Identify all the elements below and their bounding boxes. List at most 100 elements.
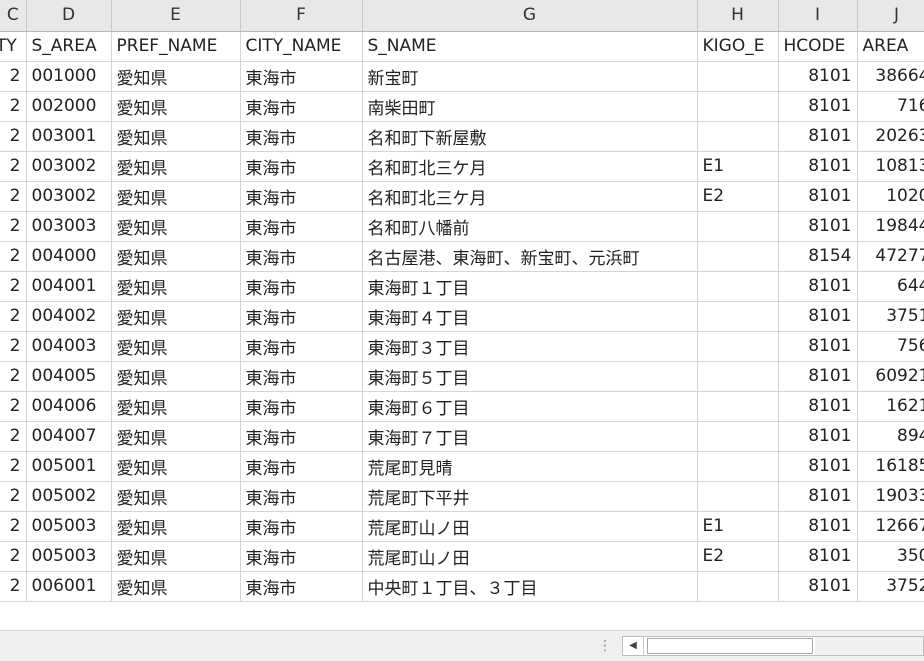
table-cell[interactable]: 荒尾町山ノ田 <box>362 541 698 572</box>
table-cell[interactable]: 20263 <box>857 121 924 152</box>
table-cell[interactable]: 東海市 <box>240 301 363 332</box>
table-cell[interactable] <box>697 271 779 302</box>
table-cell[interactable]: 荒尾町見晴 <box>362 451 698 482</box>
table-cell[interactable]: 東海市 <box>240 481 363 512</box>
table-cell[interactable]: 名和町北三ケ月 <box>362 151 698 182</box>
table-cell[interactable]: 名古屋港、東海町、新宝町、元浜町 <box>362 241 698 272</box>
table-cell[interactable] <box>697 331 779 362</box>
column-header-h[interactable]: H <box>697 0 779 32</box>
table-cell[interactable]: 8101 <box>778 61 858 92</box>
table-cell[interactable]: 愛知県 <box>111 421 241 452</box>
table-cell[interactable]: 10813 <box>857 151 924 182</box>
table-cell[interactable]: 東海市 <box>240 91 363 122</box>
table-cell[interactable]: 350 <box>857 541 924 572</box>
table-cell[interactable]: 3751 <box>857 301 924 332</box>
table-cell[interactable]: 愛知県 <box>111 331 241 362</box>
table-cell[interactable]: 8101 <box>778 331 858 362</box>
table-cell[interactable]: 2 <box>0 571 27 602</box>
table-cell[interactable]: 2 <box>0 271 27 302</box>
table-cell[interactable]: 005001 <box>26 451 112 482</box>
table-cell[interactable]: 愛知県 <box>111 361 241 392</box>
table-cell[interactable]: 003003 <box>26 211 112 242</box>
table-cell[interactable]: 東海市 <box>240 421 363 452</box>
table-cell[interactable]: 愛知県 <box>111 301 241 332</box>
field-name-cell[interactable]: PREF_NAME <box>111 31 241 62</box>
table-cell[interactable]: 愛知県 <box>111 271 241 302</box>
table-cell[interactable]: 38664 <box>857 61 924 92</box>
table-cell[interactable]: 005003 <box>26 541 112 572</box>
table-cell[interactable]: 002000 <box>26 91 112 122</box>
field-name-cell[interactable]: AREA <box>857 31 924 62</box>
table-cell[interactable]: 名和町八幡前 <box>362 211 698 242</box>
field-name-cell[interactable]: TY <box>0 31 27 62</box>
table-cell[interactable]: 716 <box>857 91 924 122</box>
table-cell[interactable]: 東海市 <box>240 151 363 182</box>
table-cell[interactable]: 東海町３丁目 <box>362 331 698 362</box>
table-cell[interactable]: 2 <box>0 241 27 272</box>
table-cell[interactable]: 2 <box>0 211 27 242</box>
table-cell[interactable]: 004002 <box>26 301 112 332</box>
table-cell[interactable]: 12667 <box>857 511 924 542</box>
table-cell[interactable]: 2 <box>0 481 27 512</box>
table-cell[interactable]: 47277 <box>857 241 924 272</box>
table-cell[interactable]: 003002 <box>26 181 112 212</box>
table-cell[interactable]: 東海市 <box>240 241 363 272</box>
table-cell[interactable]: 愛知県 <box>111 151 241 182</box>
column-header-i[interactable]: I <box>778 0 858 32</box>
table-cell[interactable]: 東海町７丁目 <box>362 421 698 452</box>
column-header-c[interactable]: C <box>0 0 27 32</box>
table-cell[interactable]: 644 <box>857 271 924 302</box>
table-cell[interactable]: 東海市 <box>240 271 363 302</box>
table-cell[interactable]: 愛知県 <box>111 571 241 602</box>
table-cell[interactable]: 004000 <box>26 241 112 272</box>
field-name-cell[interactable]: S_AREA <box>26 31 112 62</box>
table-cell[interactable]: 愛知県 <box>111 211 241 242</box>
table-cell[interactable]: 2 <box>0 391 27 422</box>
table-cell[interactable]: 8154 <box>778 241 858 272</box>
table-cell[interactable]: 8101 <box>778 91 858 122</box>
table-cell[interactable]: 1621 <box>857 391 924 422</box>
table-cell[interactable] <box>697 301 779 332</box>
table-cell[interactable]: 東海市 <box>240 121 363 152</box>
table-cell[interactable]: 愛知県 <box>111 241 241 272</box>
table-cell[interactable]: 003001 <box>26 121 112 152</box>
table-cell[interactable]: 8101 <box>778 361 858 392</box>
table-cell[interactable] <box>697 61 779 92</box>
field-name-cell[interactable]: CITY_NAME <box>240 31 363 62</box>
table-cell[interactable]: 2 <box>0 331 27 362</box>
table-cell[interactable]: 005003 <box>26 511 112 542</box>
table-cell[interactable]: 001000 <box>26 61 112 92</box>
table-cell[interactable] <box>697 571 779 602</box>
table-cell[interactable]: 愛知県 <box>111 541 241 572</box>
table-cell[interactable]: 8101 <box>778 301 858 332</box>
table-cell[interactable]: 東海市 <box>240 61 363 92</box>
table-cell[interactable]: 新宝町 <box>362 61 698 92</box>
column-header-j[interactable]: J <box>857 0 924 32</box>
table-cell[interactable]: 東海市 <box>240 361 363 392</box>
table-cell[interactable]: 2 <box>0 121 27 152</box>
table-cell[interactable]: 東海市 <box>240 391 363 422</box>
table-cell[interactable]: 006001 <box>26 571 112 602</box>
table-cell[interactable]: 2 <box>0 181 27 212</box>
table-cell[interactable]: 004001 <box>26 271 112 302</box>
table-cell[interactable]: E1 <box>697 151 779 182</box>
table-cell[interactable]: 中央町１丁目、３丁目 <box>362 571 698 602</box>
table-cell[interactable]: 愛知県 <box>111 91 241 122</box>
table-cell[interactable]: 東海市 <box>240 211 363 242</box>
scrollbar-thumb[interactable] <box>647 638 813 654</box>
table-cell[interactable]: 60921 <box>857 361 924 392</box>
table-cell[interactable] <box>697 451 779 482</box>
table-cell[interactable]: 2 <box>0 511 27 542</box>
field-name-cell[interactable]: HCODE <box>778 31 858 62</box>
scroll-left-arrow-icon[interactable]: ◀ <box>623 637 644 655</box>
table-cell[interactable]: 894 <box>857 421 924 452</box>
table-cell[interactable]: 名和町北三ケ月 <box>362 181 698 212</box>
table-cell[interactable]: 004006 <box>26 391 112 422</box>
table-cell[interactable]: 8101 <box>778 121 858 152</box>
table-cell[interactable]: E1 <box>697 511 779 542</box>
table-cell[interactable]: 愛知県 <box>111 121 241 152</box>
table-cell[interactable]: 2 <box>0 361 27 392</box>
column-header-d[interactable]: D <box>26 0 112 32</box>
table-cell[interactable]: 荒尾町山ノ田 <box>362 511 698 542</box>
table-cell[interactable]: 19844 <box>857 211 924 242</box>
